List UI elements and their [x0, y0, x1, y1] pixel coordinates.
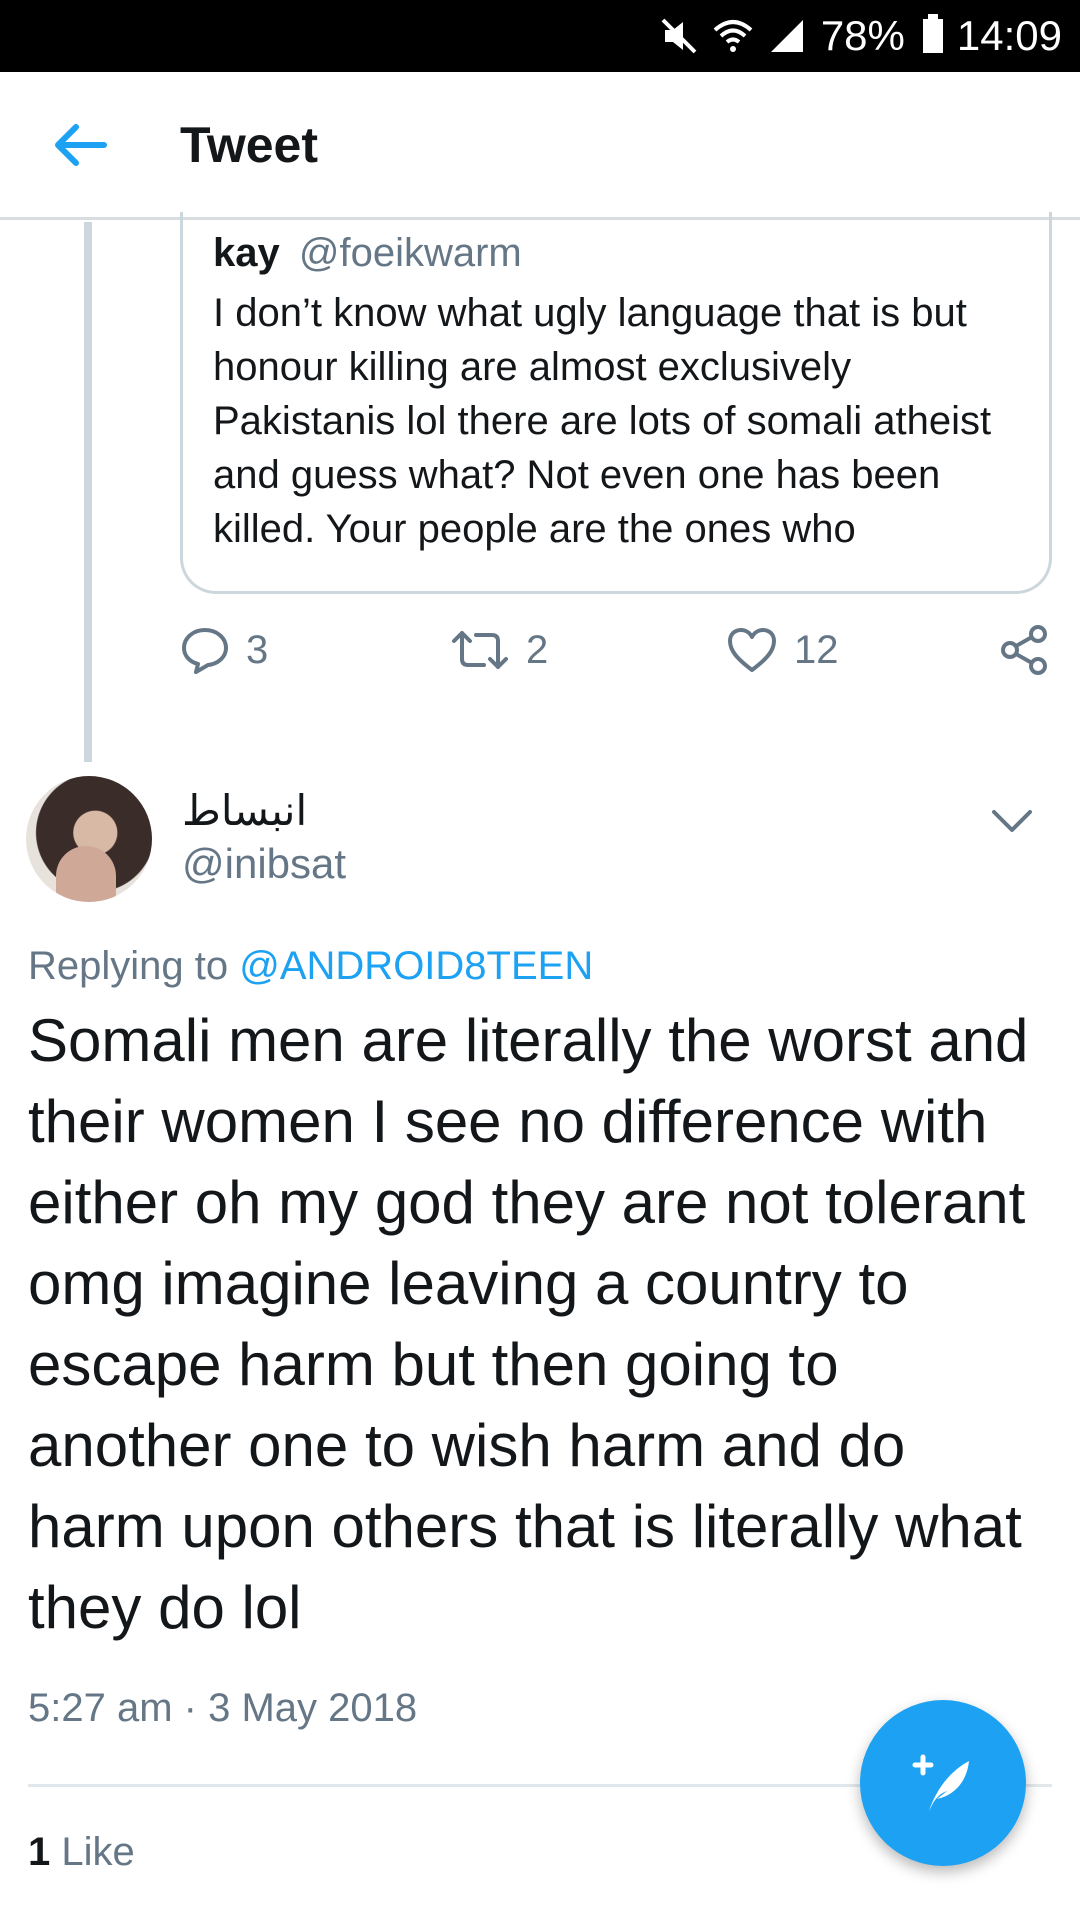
quoted-tweet[interactable]: kay @foeikwarm I don’t know what ugly la… — [180, 212, 1052, 594]
wifi-icon — [713, 16, 753, 56]
retweet-button[interactable]: 2 — [450, 627, 548, 673]
back-arrow-icon — [55, 123, 107, 166]
reply-button[interactable]: 3 — [180, 625, 268, 675]
retweet-count: 2 — [526, 627, 549, 672]
status-time: 14:09 — [956, 12, 1062, 59]
avatar[interactable] — [26, 776, 152, 902]
battery-percent: 78% — [820, 12, 905, 59]
chevron-down-icon — [992, 810, 1032, 832]
header: Tweet — [0, 72, 1080, 220]
quoted-tweet-text: I don’t know what ugly language that is … — [213, 291, 992, 551]
compose-feather-icon — [912, 1754, 969, 1811]
status-bar: 78% 14:09 — [0, 0, 1080, 72]
retweet-icon — [452, 631, 508, 669]
tweet-timestamp: 5:27 am · 3 May 2018 — [28, 1686, 418, 1730]
back-button[interactable] — [40, 105, 120, 185]
tweet-author: انبساط @inibsat — [26, 776, 1056, 906]
thread-line — [84, 222, 92, 762]
replying-to: Replying to @ANDROID8TEEN — [28, 944, 593, 989]
share-icon — [1001, 625, 1047, 675]
quoted-author-name: kay — [213, 231, 280, 275]
share-button[interactable] — [998, 624, 1050, 676]
reply-icon — [182, 628, 228, 674]
author-name[interactable]: انبساط — [182, 786, 307, 835]
quoted-author-handle: @foeikwarm — [298, 231, 522, 275]
like-count: 12 — [794, 627, 839, 672]
battery-icon — [922, 14, 943, 53]
tweet-actions: 3 2 12 — [180, 614, 1060, 686]
more-options-button[interactable] — [982, 796, 1042, 846]
likes-label: Like — [61, 1830, 135, 1874]
like-button[interactable]: 12 — [726, 626, 839, 674]
author-handle[interactable]: @inibsat — [182, 840, 346, 888]
tweet-text: Somali men are literally the worst and t… — [28, 1007, 1029, 1641]
signal-icon — [767, 16, 807, 56]
mute-icon — [659, 16, 699, 56]
likes-summary[interactable]: 1 Like — [28, 1830, 135, 1875]
replying-to-link[interactable]: @ANDROID8TEEN — [239, 944, 593, 988]
page-title: Tweet — [180, 116, 318, 173]
heart-icon — [728, 628, 776, 672]
compose-tweet-button[interactable] — [860, 1700, 1026, 1866]
likes-count: 1 — [28, 1830, 51, 1874]
replying-prefix: Replying to — [28, 944, 229, 988]
quoted-tweet-header: kay @foeikwarm — [213, 220, 1019, 286]
reply-count: 3 — [246, 627, 269, 672]
